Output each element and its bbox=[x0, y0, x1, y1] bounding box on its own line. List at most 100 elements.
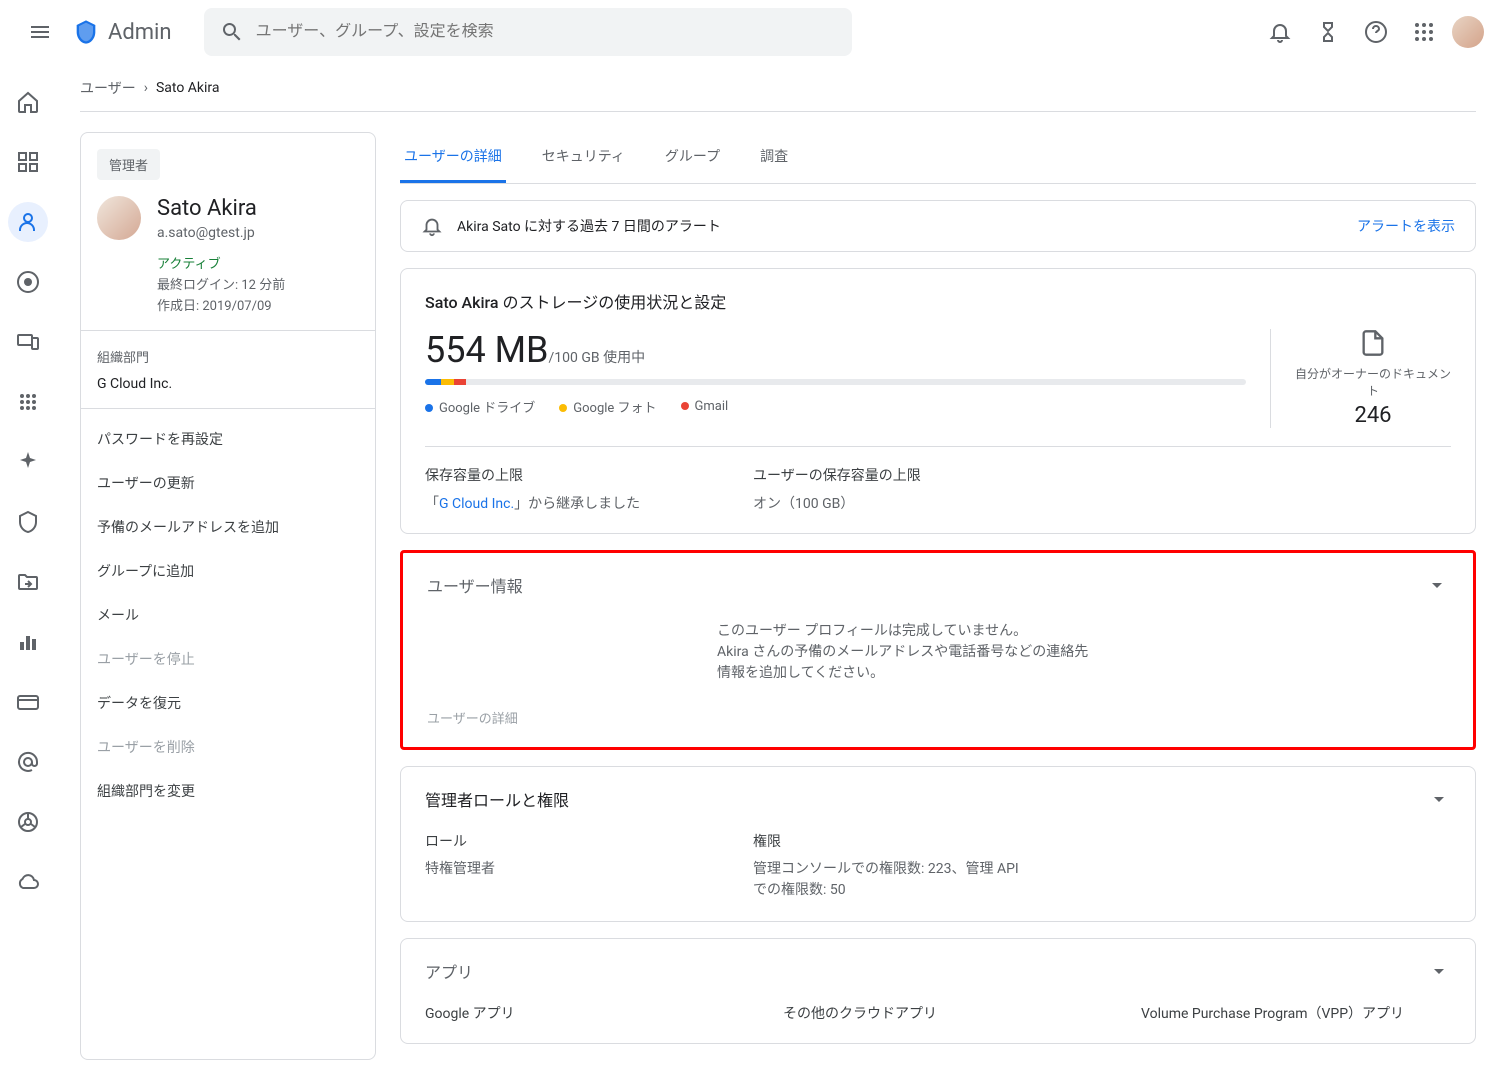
roles-title: 管理者ロールと権限 bbox=[425, 787, 569, 811]
storage-title: Sato Akira のストレージの使用状況と設定 bbox=[425, 289, 1451, 313]
nav-data[interactable] bbox=[8, 562, 48, 602]
dashboard-icon bbox=[16, 150, 40, 174]
storage-legend: Google ドライブ Google フォト Gmail bbox=[425, 397, 1246, 416]
expand-button[interactable] bbox=[1427, 959, 1451, 983]
user-limit-value: オン（100 GB） bbox=[753, 493, 1033, 513]
card-icon bbox=[16, 690, 40, 714]
breadcrumb-users[interactable]: ユーザー bbox=[80, 78, 136, 98]
nav-home[interactable] bbox=[8, 82, 48, 122]
nav-billing[interactable] bbox=[8, 682, 48, 722]
folder-arrow-icon bbox=[16, 570, 40, 594]
user-info-card[interactable]: ユーザー情報 このユーザー プロフィールは完成していません。 Akira さんの… bbox=[400, 550, 1476, 750]
action-restore-data[interactable]: データを復元 bbox=[81, 681, 375, 725]
profile-created: 作成日: 2019/07/09 bbox=[157, 295, 285, 314]
content-area: ユーザー › Sato Akira 管理者 Sato Akira a.sato@… bbox=[56, 64, 1500, 1084]
tasks-button[interactable] bbox=[1308, 12, 1348, 52]
notifications-button[interactable] bbox=[1260, 12, 1300, 52]
main-panel: ユーザーの詳細 セキュリティ グループ 調査 Akira Sato に対する過去… bbox=[400, 132, 1476, 1060]
docs-count: 246 bbox=[1295, 403, 1451, 428]
search-icon bbox=[220, 20, 244, 44]
action-reset-password[interactable]: パスワードを再設定 bbox=[81, 417, 375, 461]
alert-bar: Akira Sato に対する過去 7 日間のアラート アラートを表示 bbox=[400, 200, 1476, 252]
storage-bar bbox=[425, 379, 1246, 385]
nav-rail bbox=[0, 64, 56, 1084]
nav-reporting[interactable] bbox=[8, 622, 48, 662]
action-list: パスワードを再設定 ユーザーの更新 予備のメールアドレスを追加 グループに追加 … bbox=[81, 408, 375, 821]
nav-chrome[interactable] bbox=[8, 262, 48, 302]
nav-devices[interactable] bbox=[8, 322, 48, 362]
roles-card[interactable]: 管理者ロールと権限 ロール 特権管理者 権限 管理コンソールでの権限数: 223… bbox=[400, 766, 1476, 922]
profile-name: Sato Akira bbox=[157, 196, 285, 221]
chevron-down-icon bbox=[1425, 573, 1449, 597]
help-icon bbox=[1364, 20, 1388, 44]
user-info-body: このユーザー プロフィールは完成していません。 Akira さんの予備のメールア… bbox=[717, 621, 1097, 684]
chevron-down-icon bbox=[1427, 959, 1451, 983]
docs-label: 自分がオーナーのドキュメント bbox=[1295, 365, 1451, 399]
apps-icon bbox=[16, 390, 40, 414]
devices-icon bbox=[16, 330, 40, 354]
action-suspend-user: ユーザーを停止 bbox=[81, 637, 375, 681]
search-bar[interactable] bbox=[204, 8, 852, 56]
steering-icon bbox=[16, 810, 40, 834]
expand-button[interactable] bbox=[1427, 787, 1451, 811]
tab-investigation[interactable]: 調査 bbox=[756, 132, 792, 183]
nav-storage[interactable] bbox=[8, 862, 48, 902]
action-add-to-group[interactable]: グループに追加 bbox=[81, 549, 375, 593]
tab-groups[interactable]: グループ bbox=[661, 132, 724, 183]
action-change-org[interactable]: 組織部門を変更 bbox=[81, 769, 375, 813]
storage-limit-org-link[interactable]: G Cloud Inc. bbox=[439, 496, 514, 512]
user-info-footer: ユーザーの詳細 bbox=[427, 708, 1449, 727]
org-section: 組織部門 G Cloud Inc. bbox=[81, 330, 375, 408]
apps-card[interactable]: アプリ Google アプリ その他のクラウドアプリ Volume Purcha… bbox=[400, 938, 1476, 1044]
apps-grid-icon bbox=[1412, 20, 1436, 44]
apps-button[interactable] bbox=[1404, 12, 1444, 52]
profile-last-login: 最終ログイン: 12 分前 bbox=[157, 274, 285, 293]
apps-col-vpp: Volume Purchase Program（VPP）アプリ bbox=[1141, 1003, 1451, 1023]
nav-account[interactable] bbox=[8, 742, 48, 782]
cloud-icon bbox=[16, 870, 40, 894]
bell-icon bbox=[1268, 20, 1292, 44]
shield-icon bbox=[16, 510, 40, 534]
role-label: ロール bbox=[425, 831, 705, 851]
legend-drive: Google ドライブ bbox=[439, 401, 535, 416]
app-header: Admin bbox=[0, 0, 1500, 64]
breadcrumb: ユーザー › Sato Akira bbox=[80, 64, 1476, 112]
action-add-alt-email[interactable]: 予備のメールアドレスを追加 bbox=[81, 505, 375, 549]
action-update-user[interactable]: ユーザーの更新 bbox=[81, 461, 375, 505]
nav-directory[interactable] bbox=[8, 202, 48, 242]
menu-icon bbox=[28, 20, 52, 44]
action-email[interactable]: メール bbox=[81, 593, 375, 637]
alert-text: Akira Sato に対する過去 7 日間のアラート bbox=[457, 216, 721, 236]
tab-user-details[interactable]: ユーザーの詳細 bbox=[400, 132, 506, 183]
hourglass-icon bbox=[1316, 20, 1340, 44]
storage-limit-label: 保存容量の上限 bbox=[425, 465, 705, 485]
search-input[interactable] bbox=[256, 23, 836, 41]
nav-rules[interactable] bbox=[8, 802, 48, 842]
logo[interactable]: Admin bbox=[72, 18, 172, 46]
bell-icon bbox=[421, 215, 443, 237]
expand-button[interactable] bbox=[1425, 573, 1449, 597]
storage-amount: 554 MB bbox=[425, 329, 549, 371]
chevron-down-icon bbox=[1427, 787, 1451, 811]
profile-email: a.sato@gtest.jp bbox=[157, 225, 285, 241]
nav-security[interactable] bbox=[8, 502, 48, 542]
nav-dashboard[interactable] bbox=[8, 142, 48, 182]
account-avatar[interactable] bbox=[1452, 16, 1484, 48]
help-button[interactable] bbox=[1356, 12, 1396, 52]
header-actions bbox=[1260, 12, 1484, 52]
alert-view-link[interactable]: アラートを表示 bbox=[1357, 216, 1455, 236]
org-value: G Cloud Inc. bbox=[97, 376, 359, 392]
nav-apps[interactable] bbox=[8, 382, 48, 422]
storage-card: Sato Akira のストレージの使用状況と設定 554 MB/100 GB … bbox=[400, 268, 1476, 534]
logo-text: Admin bbox=[108, 20, 172, 45]
nav-ai[interactable] bbox=[8, 442, 48, 482]
apps-title: アプリ bbox=[425, 959, 473, 983]
sparkle-icon bbox=[16, 450, 40, 474]
tab-security[interactable]: セキュリティ bbox=[538, 132, 629, 183]
chevron-right-icon: › bbox=[144, 80, 148, 96]
chrome-icon bbox=[16, 270, 40, 294]
menu-button[interactable] bbox=[16, 8, 64, 56]
document-icon bbox=[1295, 329, 1451, 357]
org-label: 組織部門 bbox=[97, 347, 359, 366]
admin-logo-icon bbox=[72, 18, 100, 46]
